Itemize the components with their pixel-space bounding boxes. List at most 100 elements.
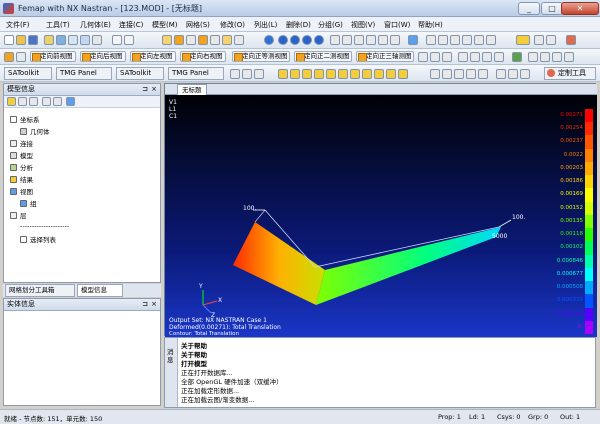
animate-icon[interactable] <box>546 35 556 45</box>
label-toggle-icon[interactable] <box>442 52 452 62</box>
export-icon[interactable] <box>56 35 66 45</box>
menu-help[interactable]: 帮助(H) <box>418 20 443 30</box>
tree-tool-icon-4[interactable] <box>42 97 51 106</box>
menu-list[interactable]: 列出(L) <box>254 20 277 30</box>
open-icon[interactable] <box>16 35 26 45</box>
post-icon[interactable] <box>534 35 544 45</box>
panel-close-icon[interactable]: × <box>151 84 157 95</box>
tab-meshing-toolbox[interactable]: 网格划分工具箱 <box>5 284 75 297</box>
tree-item-model[interactable]: 模型 <box>10 150 33 160</box>
menu-file[interactable]: 文件(F) <box>6 20 30 30</box>
print-icon[interactable] <box>68 35 78 45</box>
view-right-button[interactable]: 定向右视图 <box>180 51 226 62</box>
tree-item-view[interactable]: 视图 <box>10 186 33 196</box>
rotate-up-icon[interactable] <box>302 35 312 45</box>
menu-geometry[interactable]: 几何体(E) <box>80 20 111 30</box>
gear-icon[interactable] <box>566 35 576 45</box>
align-icon-2[interactable] <box>442 69 452 79</box>
axes-icon[interactable] <box>516 35 530 45</box>
entity-pin-icon[interactable]: ⊐ <box>142 299 148 310</box>
mesh-tool-icon-5[interactable] <box>326 69 336 79</box>
pick-icon[interactable] <box>198 35 208 45</box>
tree-item-geometry[interactable]: 几何体 <box>20 126 50 136</box>
mesh-tool-icon-9[interactable] <box>374 69 384 79</box>
menu-delete[interactable]: 删除(D) <box>286 20 311 30</box>
tree-item-results[interactable]: 结果 <box>10 174 33 184</box>
tree-item-layer[interactable]: 层 <box>10 210 27 220</box>
view-icon[interactable] <box>4 52 14 62</box>
pan-icon[interactable] <box>330 35 340 45</box>
panel-tool-icon-2[interactable] <box>242 69 252 79</box>
view-back-button[interactable]: 定向后视图 <box>80 51 126 62</box>
view-style-icon[interactable] <box>408 35 418 45</box>
toggle-icon[interactable] <box>438 35 448 45</box>
window-select-icon[interactable] <box>186 35 196 45</box>
menu-tools[interactable]: 工具(T) <box>46 20 70 30</box>
tmg-panel-button[interactable]: TMG Panel <box>56 67 112 80</box>
magnify-icon[interactable] <box>342 35 352 45</box>
menu-mesh[interactable]: 网格(S) <box>186 20 210 30</box>
minimize-button[interactable]: _ <box>518 2 540 15</box>
view-dimetric-button[interactable]: 定向正二测视图 <box>294 51 352 62</box>
layout-icon[interactable] <box>222 35 232 45</box>
filter-icon[interactable] <box>462 35 472 45</box>
mesh-tool-icon-8[interactable] <box>362 69 372 79</box>
mesh-tool-icon-10[interactable] <box>386 69 396 79</box>
measure-icon[interactable] <box>528 52 538 62</box>
entity-select-icon[interactable] <box>174 35 184 45</box>
satoolkit-button-2[interactable]: SAToolkit <box>116 67 164 80</box>
more-icon[interactable] <box>564 52 574 62</box>
snap-icon[interactable] <box>210 35 220 45</box>
tree-item-group[interactable]: 组 <box>20 198 37 208</box>
grid-icon[interactable] <box>234 35 244 45</box>
panel-tool-icon-1[interactable] <box>230 69 240 79</box>
menu-view[interactable]: 视图(V) <box>351 20 375 30</box>
entity-close-icon[interactable]: × <box>151 299 157 310</box>
align-icon-1[interactable] <box>430 69 440 79</box>
redo-icon[interactable] <box>124 35 134 45</box>
import-icon[interactable] <box>44 35 54 45</box>
fit-icon[interactable] <box>390 35 400 45</box>
align-icon-8[interactable] <box>520 69 530 79</box>
tmg-panel-button-2[interactable]: TMG Panel <box>168 67 224 80</box>
panel-tool-icon-3[interactable] <box>254 69 264 79</box>
tree-tool-icon-5[interactable] <box>53 97 62 106</box>
satoolkit-button[interactable]: SAToolkit <box>4 67 52 80</box>
menu-model[interactable]: 模型(M) <box>152 20 178 30</box>
menu-window[interactable]: 窗口(W) <box>384 20 410 30</box>
options-icon[interactable] <box>426 35 436 45</box>
menu-group[interactable]: 分组(G) <box>318 20 343 30</box>
mesh-tool-icon-11[interactable] <box>398 69 408 79</box>
align-icon-5[interactable] <box>478 69 488 79</box>
constraint-toggle-icon[interactable] <box>494 52 504 62</box>
rotate-left-icon[interactable] <box>278 35 288 45</box>
custom-tools-button[interactable]: 定制工具 <box>544 67 596 80</box>
copy-icon[interactable] <box>80 35 90 45</box>
query-icon[interactable] <box>540 52 550 62</box>
layer-toggle-icon[interactable] <box>430 52 440 62</box>
mesh-tool-icon-1[interactable] <box>278 69 288 79</box>
align-icon-6[interactable] <box>496 69 506 79</box>
tree-tool-icon-1[interactable] <box>7 97 16 106</box>
undo-icon[interactable] <box>112 35 122 45</box>
tree-item-coordinate[interactable]: 坐标系 <box>10 114 40 124</box>
maximize-button[interactable]: □ <box>541 2 563 15</box>
tab-untitled[interactable]: 无标题 <box>177 84 207 95</box>
clipboard-icon[interactable] <box>92 35 102 45</box>
model-viewport[interactable]: V1 L1 C1 100. 100. 5000 Y X Z Output Set… <box>165 95 597 337</box>
zoom-out-icon[interactable] <box>366 35 376 45</box>
load-toggle-icon[interactable] <box>482 52 492 62</box>
info-icon[interactable] <box>552 52 562 62</box>
tree-tool-icon-3[interactable] <box>29 97 38 106</box>
pin-icon[interactable]: ⊐ <box>142 84 148 95</box>
align-icon-3[interactable] <box>454 69 464 79</box>
clip-icon[interactable] <box>486 35 496 45</box>
zoom-in-icon[interactable] <box>354 35 364 45</box>
mesh-tool-icon-7[interactable] <box>350 69 360 79</box>
mesh-tool-icon-6[interactable] <box>338 69 348 79</box>
view-front-button[interactable]: 定向前视图 <box>30 51 76 62</box>
save-icon[interactable] <box>28 35 38 45</box>
tree-item-connection[interactable]: 连接 <box>10 138 33 148</box>
view-select-icon[interactable] <box>16 52 26 62</box>
grid-toggle-icon[interactable] <box>418 52 428 62</box>
